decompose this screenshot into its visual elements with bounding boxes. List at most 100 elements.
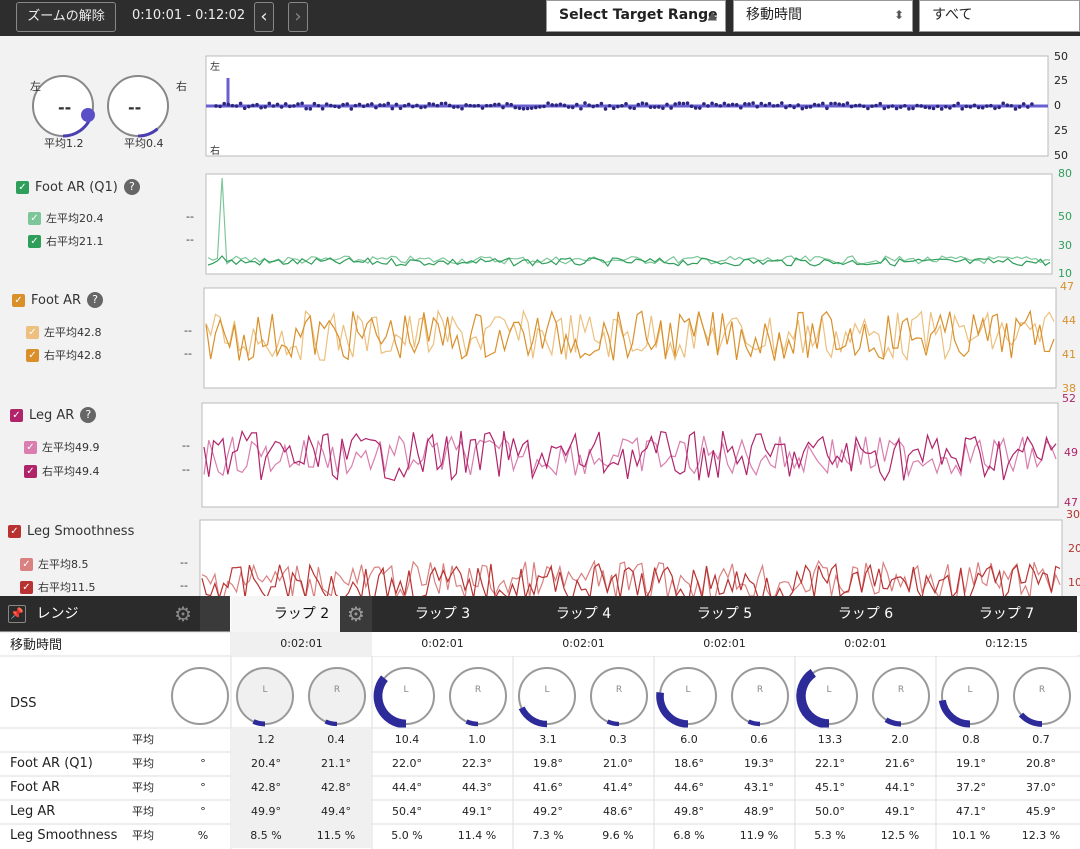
- dss-gauge-fill: [465, 719, 479, 727]
- dss-gauge-ring: [449, 667, 507, 725]
- balance-point: [488, 103, 493, 108]
- balance-point: [1026, 105, 1030, 109]
- avg-label: 平均: [132, 757, 154, 770]
- balance-point: [960, 107, 964, 111]
- gauge-side-label: L: [262, 685, 267, 695]
- balance-point: [529, 106, 534, 110]
- balance-point: [599, 101, 604, 106]
- balance-point: [546, 101, 550, 105]
- balance-point: [452, 105, 456, 109]
- balance-point: [472, 104, 477, 108]
- prev-range-button[interactable]: ‹: [254, 2, 274, 32]
- range-header: 📌 レンジ ⚙: [0, 596, 200, 632]
- balance-point: [948, 106, 952, 110]
- dss-gauge-fill: [373, 675, 407, 729]
- checkbox-icon[interactable]: ✓: [10, 408, 23, 422]
- lap-header[interactable]: ラップ 6: [795, 596, 936, 632]
- help-icon[interactable]: ?: [87, 292, 104, 308]
- lap-cell-foot-ar: 44.1°: [885, 781, 915, 794]
- checkbox-icon[interactable]: ✓: [12, 293, 25, 307]
- balance-point: [1013, 107, 1018, 111]
- balance-point: [681, 101, 686, 106]
- balance-point: [997, 105, 1001, 110]
- lap-cell-dss: 6.0: [680, 733, 698, 746]
- target-range-select[interactable]: Select Target Range ▲: [546, 0, 726, 32]
- zoom-reset-button[interactable]: ズームの解除: [16, 2, 116, 32]
- col-spacer: [200, 596, 230, 632]
- balance-point: [919, 104, 923, 108]
- next-range-button[interactable]: ›: [288, 2, 308, 32]
- lap-cell-foot-ar: 42.8°: [301, 776, 371, 800]
- balance-point: [603, 107, 608, 111]
- balance-point: [927, 105, 932, 110]
- balance-point: [476, 103, 481, 108]
- balance-point: [890, 104, 895, 108]
- checkbox-icon[interactable]: ✓: [20, 557, 33, 571]
- balance-point: [263, 105, 268, 109]
- checkbox-icon[interactable]: ✓: [8, 525, 21, 538]
- lap-cell-leg-ar: 49.9°: [231, 800, 301, 824]
- balance-point: [775, 103, 780, 108]
- balance-point: [944, 105, 948, 109]
- left-value: --: [186, 210, 194, 223]
- balance-point: [468, 103, 473, 108]
- balance-point: [718, 104, 723, 108]
- help-icon[interactable]: ?: [80, 407, 97, 423]
- checkbox-icon[interactable]: ✓: [16, 180, 29, 194]
- checkbox-icon[interactable]: ✓: [20, 580, 33, 594]
- balance-point: [771, 104, 776, 108]
- lap-header[interactable]: ラップ 3: [372, 596, 513, 632]
- balance-point: [648, 105, 653, 110]
- gauge-side-label: R: [475, 685, 481, 695]
- checkbox-icon[interactable]: ✓: [24, 464, 37, 478]
- avg-label: 平均: [132, 781, 154, 794]
- checkbox-icon[interactable]: ✓: [26, 348, 39, 362]
- dss-gauge-fill: [606, 719, 620, 727]
- checkbox-icon[interactable]: ✓: [28, 211, 41, 225]
- help-icon[interactable]: ?: [123, 179, 140, 195]
- lap-cell-foot-ar: 37.2°: [956, 781, 986, 794]
- lap-header[interactable]: ラップ 7: [936, 596, 1077, 632]
- gauge-side-label: L: [544, 685, 549, 695]
- balance-point: [259, 105, 263, 110]
- gear-icon[interactable]: ⚙: [340, 596, 372, 632]
- row-label-moving-time: 移動時間: [10, 638, 63, 653]
- section-leg-smoothness: ✓ Leg Smoothness: [8, 524, 134, 539]
- balance-point: [333, 104, 337, 109]
- balance-point: [234, 104, 239, 108]
- balance-point: [538, 105, 542, 109]
- row-label: Foot AR: [10, 780, 61, 795]
- checkbox-icon[interactable]: ✓: [24, 440, 37, 454]
- lap-time: 0:02:01: [654, 632, 795, 656]
- balance-point: [882, 106, 887, 111]
- balance-point: [247, 104, 251, 109]
- metric-select[interactable]: 移動時間 ⬍: [733, 0, 913, 32]
- partial-unit: °: [200, 781, 206, 794]
- balance-point: [398, 106, 403, 111]
- checkbox-icon[interactable]: ✓: [26, 325, 39, 339]
- lap-header[interactable]: ラップ 4: [513, 596, 654, 632]
- axis-tick: 10: [1068, 576, 1080, 589]
- balance-point: [406, 102, 411, 107]
- balance-left-value: --: [58, 98, 72, 117]
- balance-point: [517, 106, 522, 110]
- balance-point: [607, 103, 612, 108]
- lap-cell-leg-smooth: 8.5 %: [231, 824, 301, 848]
- filter-select-value: すべて: [932, 7, 973, 23]
- lap-header[interactable]: ラップ 5: [654, 596, 795, 632]
- lap-cell-foot-ar: 37.0°: [1026, 781, 1056, 794]
- pin-icon[interactable]: 📌: [8, 605, 26, 623]
- balance-right-avg: 平均0.4: [124, 137, 164, 150]
- balance-point: [825, 106, 829, 111]
- lap-header[interactable]: ラップ 2 ⚙: [231, 596, 372, 632]
- axis-tick: 50: [1054, 149, 1068, 162]
- filter-select[interactable]: すべて: [919, 0, 1080, 32]
- balance-point: [443, 101, 448, 106]
- checkbox-icon[interactable]: ✓: [28, 234, 41, 248]
- dss-gauge-fill: [747, 719, 761, 727]
- gear-icon[interactable]: ⚙: [174, 596, 192, 632]
- lap-cell-leg-ar: 49.1°: [462, 805, 492, 818]
- left-value: --: [182, 439, 190, 452]
- balance-point: [382, 103, 386, 107]
- dss-gauge-fill: [1018, 712, 1043, 727]
